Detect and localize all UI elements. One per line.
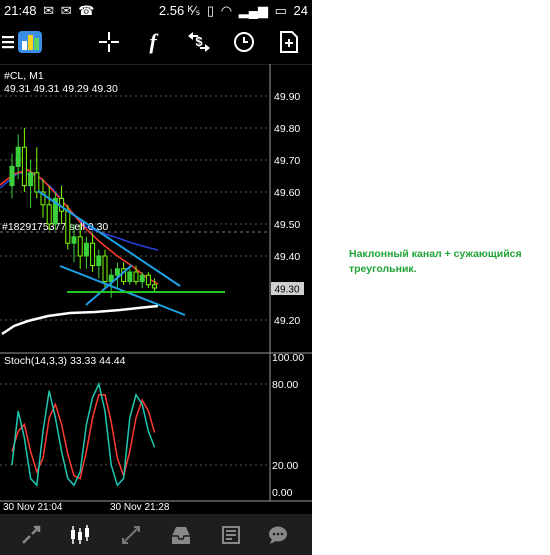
time-label-1: 30 Nov 21:04: [3, 502, 63, 513]
candle-body: [83, 242, 89, 257]
candle-body: [127, 271, 133, 283]
wifi-icon: ◠: [220, 3, 233, 18]
news-icon[interactable]: [218, 522, 244, 548]
candle-body: [34, 172, 40, 193]
network-speed: 2.56 ᴷ⁄ₛ: [158, 3, 201, 18]
history-icon[interactable]: [168, 522, 194, 548]
price-tick-label: 49.40: [274, 251, 300, 263]
candle-body: [15, 146, 21, 167]
clock-icon[interactable]: [228, 26, 260, 58]
messages-icon[interactable]: [265, 522, 291, 548]
symbol-label: #CL, M1: [4, 70, 44, 82]
time-label-2: 30 Nov 21:28: [110, 502, 170, 513]
candle-body: [21, 146, 27, 187]
candle-body: [152, 284, 158, 289]
stochastic-series: [11, 381, 156, 488]
candle-body: [102, 255, 108, 283]
status-time: 21:48: [4, 3, 37, 18]
chart-area[interactable]: 49.90 49.80 49.70 49.60 49.50 49.40 49.20 #CL,…: [0, 64, 312, 514]
svg-text:$: $: [195, 34, 203, 49]
price-tick-label: 49.90: [274, 91, 300, 103]
battery-level: 24: [293, 3, 308, 18]
candlestick-series: [9, 128, 158, 298]
current-price-text: 49.30: [274, 285, 299, 296]
price-tick-label: 49.70: [274, 155, 300, 167]
candle-body: [77, 236, 83, 257]
candle-body: [71, 236, 77, 244]
chart-icon[interactable]: [67, 522, 93, 548]
candle-body: [145, 274, 151, 286]
stoch-tick-label: 20.00: [272, 460, 298, 472]
candle-body: [46, 204, 52, 225]
battery-icon: ▭: [274, 3, 287, 18]
trade-icon[interactable]: $: [183, 26, 215, 58]
signal-icon: ▂▄▆: [238, 3, 268, 18]
toolbar: f $: [0, 22, 312, 64]
phone-screen: 21:48 ✉ ✉ ☎ 2.56 ᴷ⁄ₛ ▯ ◠ ▂▄▆ ▭ 24 f $ 49…: [0, 0, 312, 555]
annotation-text: Наклонный канал + сужающийся треугольник…: [349, 248, 522, 275]
price-tick-label: 49.60: [274, 187, 300, 199]
candle-body: [65, 210, 71, 244]
candle-body: [28, 172, 34, 187]
trade-icon[interactable]: [118, 522, 144, 548]
stoch-title: Stoch(14,3,3) 33.33 44.44: [4, 355, 126, 367]
app-logo-icon[interactable]: [14, 26, 46, 58]
candle-body: [139, 274, 145, 283]
function-icon[interactable]: f: [137, 26, 169, 58]
vibrate-icon: ▯: [207, 3, 215, 18]
crosshair-icon[interactable]: [93, 26, 125, 58]
candle-body: [133, 271, 139, 283]
stoch-tick-label: 100.00: [272, 352, 304, 364]
new-chart-icon[interactable]: [273, 26, 305, 58]
upper-trendline[interactable]: [37, 190, 181, 287]
ohlc-label: 49.31 49.31 49.29 49.30: [4, 83, 118, 95]
candle-body: [9, 165, 15, 187]
quotes-icon[interactable]: [18, 522, 44, 548]
message-icon: ✉: [43, 3, 55, 18]
candle-body: [114, 268, 120, 276]
stoch-tick-label: 0.00: [272, 487, 293, 499]
price-tick-label: 49.20: [274, 315, 300, 327]
candle-body: [90, 242, 96, 267]
stoch-tick-label: 80.00: [272, 379, 298, 391]
status-bar: 21:48 ✉ ✉ ☎ 2.56 ᴷ⁄ₛ ▯ ◠ ▂▄▆ ▭ 24: [0, 0, 312, 22]
viber-icon: ☎: [78, 3, 95, 18]
message-icon: ✉: [60, 3, 72, 18]
price-tick-label: 49.50: [274, 219, 300, 231]
candle-body: [96, 255, 102, 267]
bottom-navigation: [0, 514, 312, 555]
price-tick-label: 49.80: [274, 123, 300, 135]
